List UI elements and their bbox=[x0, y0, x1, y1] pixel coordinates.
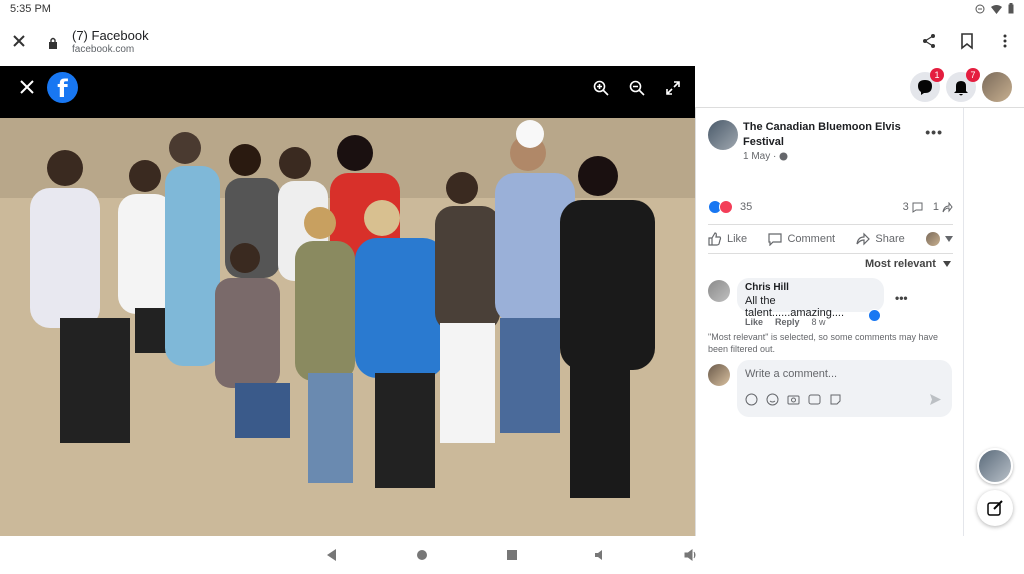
comment-composer bbox=[737, 360, 952, 417]
reaction-as-selector[interactable] bbox=[925, 232, 953, 246]
battery-icon bbox=[1008, 3, 1014, 14]
viewer-tools bbox=[593, 80, 681, 96]
comment-count-icon bbox=[912, 202, 923, 213]
zoom-out-icon[interactable] bbox=[629, 80, 645, 96]
overflow-menu-icon[interactable] bbox=[996, 32, 1014, 50]
send-icon[interactable] bbox=[929, 393, 942, 406]
status-time: 5:35 PM bbox=[10, 3, 51, 15]
bookmark-icon[interactable] bbox=[958, 32, 976, 50]
my-avatar[interactable] bbox=[708, 364, 730, 386]
facebook-logo[interactable]: f bbox=[47, 72, 78, 103]
self-avatar bbox=[925, 232, 940, 246]
post-panel: The Canadian Bluemoon Elvis Festival 1 M… bbox=[695, 66, 963, 536]
thumbs-up-icon bbox=[708, 232, 722, 246]
comment-like-badge-icon[interactable] bbox=[868, 309, 881, 322]
photo-viewer: f bbox=[0, 66, 695, 536]
post-actions: Like Comment Share bbox=[708, 224, 953, 254]
page-name-link[interactable]: The Canadian Bluemoon Elvis Festival bbox=[743, 120, 923, 150]
comment-reply-link[interactable]: Reply bbox=[775, 317, 800, 327]
comment-bubble: Chris Hill All the talent......amazing..… bbox=[737, 278, 884, 319]
like-button[interactable]: Like bbox=[708, 232, 747, 246]
recents-icon[interactable] bbox=[505, 548, 519, 562]
volume-down-icon[interactable] bbox=[594, 548, 608, 562]
post-stats: 3 1 bbox=[903, 201, 953, 213]
sticker-icon[interactable] bbox=[829, 393, 842, 406]
status-icons bbox=[975, 3, 1014, 14]
filter-note: "Most relevant" is selected, so some com… bbox=[708, 332, 938, 354]
zoom-in-icon[interactable] bbox=[593, 80, 609, 96]
fullscreen-icon[interactable] bbox=[665, 80, 681, 96]
browser-actions bbox=[920, 32, 1014, 50]
camera-icon[interactable] bbox=[787, 393, 800, 406]
page-avatar[interactable] bbox=[708, 120, 738, 150]
share-count[interactable]: 1 bbox=[933, 201, 953, 213]
post-photo[interactable] bbox=[0, 118, 695, 536]
reaction-summary: 35 3 1 bbox=[708, 199, 953, 217]
share-icon[interactable] bbox=[920, 32, 938, 50]
comment-options-button[interactable]: ••• bbox=[895, 291, 908, 305]
share-count-text: 1 bbox=[932, 201, 939, 213]
account-avatar[interactable] bbox=[982, 72, 1012, 102]
browser-toolbar: (7) Facebook facebook.com bbox=[0, 20, 1024, 66]
home-icon[interactable] bbox=[415, 548, 429, 562]
commenter-avatar[interactable] bbox=[708, 280, 730, 302]
like-label: Like bbox=[727, 233, 748, 245]
comment-button[interactable]: Comment bbox=[768, 232, 835, 246]
dnd-icon bbox=[975, 4, 985, 14]
comment-text: All the talent......amazing.... bbox=[745, 295, 845, 319]
gif-icon[interactable] bbox=[808, 393, 821, 406]
comment-input[interactable] bbox=[745, 366, 935, 382]
volume-up-icon[interactable] bbox=[684, 548, 698, 562]
share-count-icon bbox=[942, 201, 953, 213]
notifications-button[interactable]: 7 bbox=[946, 68, 980, 102]
facebook-top-nav: 1 7 bbox=[695, 66, 1024, 108]
comment-like-link[interactable]: Like bbox=[745, 317, 763, 327]
comment-count-text: 3 bbox=[902, 201, 909, 213]
share-arrow-icon bbox=[856, 232, 871, 246]
post-date[interactable]: 1 May · bbox=[743, 151, 788, 162]
system-nav-bar bbox=[0, 536, 1024, 574]
comment-sort-dropdown[interactable]: Most relevant bbox=[865, 258, 951, 270]
globe-icon bbox=[779, 152, 788, 161]
love-reaction-icon bbox=[719, 200, 733, 214]
close-icon[interactable] bbox=[10, 32, 28, 50]
comment-icon bbox=[768, 233, 783, 246]
comment-count[interactable]: 3 bbox=[903, 201, 923, 213]
sort-label: Most relevant bbox=[865, 258, 936, 270]
new-message-button[interactable] bbox=[977, 490, 1013, 526]
comment-label: Comment bbox=[787, 233, 836, 245]
post-options-button[interactable]: ••• bbox=[925, 124, 943, 140]
comment-author[interactable]: Chris Hill bbox=[745, 282, 876, 293]
wifi-icon bbox=[991, 4, 1002, 14]
composer-tools bbox=[745, 393, 842, 406]
comment-age[interactable]: 8 w bbox=[812, 317, 826, 327]
emoji-icon[interactable] bbox=[766, 393, 779, 406]
page-title: (7) Facebook bbox=[72, 28, 149, 43]
share-label: Share bbox=[875, 233, 905, 245]
close-icon[interactable] bbox=[18, 78, 36, 96]
status-bar: 5:35 PM bbox=[0, 0, 1024, 20]
lock-icon bbox=[48, 37, 58, 49]
comment-meta: Like Reply 8 w bbox=[745, 317, 826, 327]
page-url: facebook.com bbox=[72, 44, 135, 55]
notifications-badge: 7 bbox=[966, 68, 980, 82]
reaction-icons[interactable] bbox=[708, 200, 733, 214]
chevron-down-icon bbox=[944, 236, 953, 242]
post-date-text: 1 May · bbox=[743, 151, 777, 162]
chevron-down-icon bbox=[943, 261, 951, 268]
messenger-button[interactable]: 1 bbox=[910, 68, 944, 102]
compose-icon bbox=[987, 500, 1003, 516]
reaction-count[interactable]: 35 bbox=[740, 201, 752, 213]
group-photo-illustration bbox=[0, 118, 695, 536]
messenger-badge: 1 bbox=[930, 68, 944, 82]
group-chat-thumbnail[interactable] bbox=[977, 448, 1013, 484]
avatar-sticker-icon[interactable] bbox=[745, 393, 758, 406]
right-rail bbox=[963, 108, 1024, 536]
share-button[interactable]: Share bbox=[856, 232, 905, 246]
back-icon[interactable] bbox=[325, 548, 339, 562]
